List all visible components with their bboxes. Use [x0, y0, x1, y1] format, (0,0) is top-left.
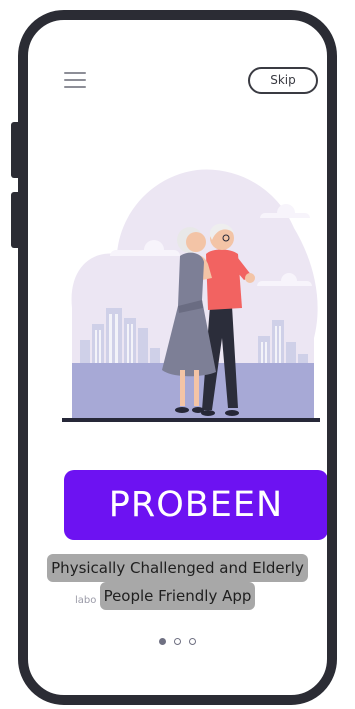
onboarding-screen: Skip PROBEEN labo Physically Challenged … — [28, 20, 327, 695]
phone-frame: Skip PROBEEN labo Physically Challenged … — [18, 10, 337, 705]
pagination-dots — [28, 631, 327, 645]
elderly-couple-illustration — [62, 169, 320, 422]
ground-line — [62, 418, 320, 422]
tagline-line-1: Physically Challenged and Elderly — [47, 554, 308, 582]
skip-button[interactable]: Skip — [248, 67, 318, 94]
brand-title: PROBEEN — [64, 470, 327, 540]
tagline: Physically Challenged and Elderly People… — [28, 554, 327, 610]
tagline-line-2: People Friendly App — [99, 582, 256, 610]
page-dot-2[interactable] — [174, 638, 181, 645]
app-stage: Skip PROBEEN labo Physically Challenged … — [0, 0, 355, 709]
page-dot-1[interactable] — [159, 638, 166, 645]
page-dot-3[interactable] — [189, 638, 196, 645]
hamburger-menu-icon[interactable] — [64, 72, 86, 90]
